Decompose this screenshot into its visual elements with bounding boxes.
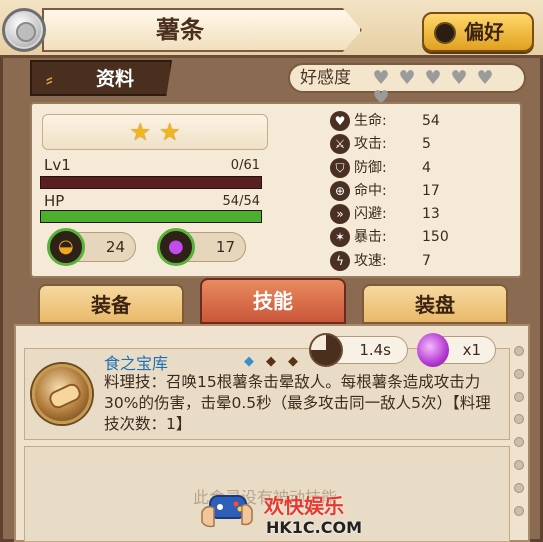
stat-row: ⊕ 命中: 17 [330,180,510,203]
affinity-label: 好感度 [300,68,351,88]
watermark-url: HK1C.COM [266,518,363,537]
attack-icon: ⚔ [330,134,350,155]
skill-name: 食之宝库 [104,354,169,373]
hp-bar-fill [41,211,261,222]
stat-name: 攻击: [354,136,387,153]
stat-name: 生命: [354,113,387,129]
stat-name: 暴击: [354,229,387,246]
favorite-button[interactable]: 偏好 [422,12,534,52]
scroll-dot [514,459,524,470]
heart-icon: ♥ [398,67,416,89]
favorite-dot-icon [434,22,456,44]
bowl-icon: ◒ [47,228,85,266]
tab-equipment[interactable]: 装备 [38,284,184,324]
stat-row: ♥ 生命: 54 [330,110,510,133]
star-icon: ★ [159,118,181,146]
favorite-label: 偏好 [464,20,504,44]
hp-value: 54/54 [222,194,260,209]
stat-row: ⛉ 防御: 4 [330,157,510,180]
resource-1-value: 24 [105,238,125,256]
cooldown-value: 1.4s [359,341,391,359]
star-rating: ★ ★ [42,114,268,150]
resource-pill-1: ◒ 24 [47,228,136,266]
tab-plate[interactable]: 装盘 [362,284,508,324]
hp-label: HP [44,192,65,210]
exp-value: 0/61 [230,158,260,173]
stat-row: ⚔ 攻击: 5 [330,133,510,156]
speed-icon: ϟ [330,250,350,271]
scroll-dot [514,482,524,493]
stats-list: ♥ 生命: 54 ⚔ 攻击: 5 ⛉ 防御: 4 ⊕ 命中: 17 » 闪避: … [330,110,510,273]
stat-row: » 闪避: 13 [330,203,510,226]
tab-skills[interactable]: 技能 [200,278,346,324]
star-icon: ★ [129,118,151,146]
character-name: 薯条 [156,16,204,44]
resource-2-value: 17 [215,238,235,256]
brown-gem-icon: ◆ [266,354,276,369]
dodge-icon: » [330,204,350,225]
fries-skill-icon[interactable] [32,364,92,424]
uses-value: x1 [462,341,481,359]
stat-value: 7 [422,252,431,269]
resource-pill-2: ● 17 [157,228,246,266]
affinity-meter: 好感度 ♥ ♥ ♥ ♥ ♥♥ [288,63,526,108]
gamepad-hand-logo [201,495,253,528]
stat-value: 5 [422,136,431,153]
stat-name: 命中: [354,182,387,199]
level-label: Lv1 [44,156,71,174]
heart-icon: ♥ [330,111,350,131]
stat-name: 防御: [354,159,387,176]
hp-bar [40,210,262,223]
shield-icon: ⛉ [330,157,350,178]
cooldown-pill: 1.4s [309,333,408,367]
energy-drop-icon [417,333,449,367]
scroll-dot [514,414,524,425]
heart-icon: ♥ [424,67,442,89]
stat-value: 150 [422,229,449,246]
info-tab[interactable]: ⸗ 资料 [30,60,172,96]
crit-icon: ✶ [330,227,350,248]
stat-value: 54 [422,113,440,129]
spoon-icon: ⸗ [46,67,53,91]
settings-button[interactable] [2,8,46,52]
stat-value: 13 [422,206,440,223]
crosshair-icon: ⊕ [330,180,350,201]
stat-value: 17 [422,182,440,199]
scroll-dot [514,505,524,516]
uses-pill: x1 [417,333,496,367]
heart-icon: ♥ [476,67,494,89]
blue-gem-icon: ◆ [244,354,254,369]
heart-icon: ♥ [450,67,468,89]
info-tab-label: 资料 [96,68,135,90]
stat-name: 攻速: [354,252,387,269]
skill-description: 料理技：召唤15根薯条击晕敌人。每根薯条造成攻击力30%的伤害，击晕0.5秒（最… [104,373,491,433]
exp-bar [40,176,262,189]
heart-icon: ♥ [372,67,390,89]
scroll-dot [514,437,524,448]
scroll-indicator[interactable] [514,346,528,528]
stat-row: ✶ 暴击: 150 [330,226,510,249]
scroll-dot [514,391,524,402]
scroll-dot [514,368,524,379]
scroll-dot [514,346,524,356]
potion-icon: ● [157,228,195,266]
cooldown-icon [309,333,343,367]
stat-value: 4 [422,159,431,176]
stat-row: ϟ 攻速: 7 [330,250,510,273]
watermark-title: 欢快娱乐 [264,494,344,518]
brown-gem-icon: ◆ [288,354,298,369]
stat-name: 闪避: [354,206,387,223]
